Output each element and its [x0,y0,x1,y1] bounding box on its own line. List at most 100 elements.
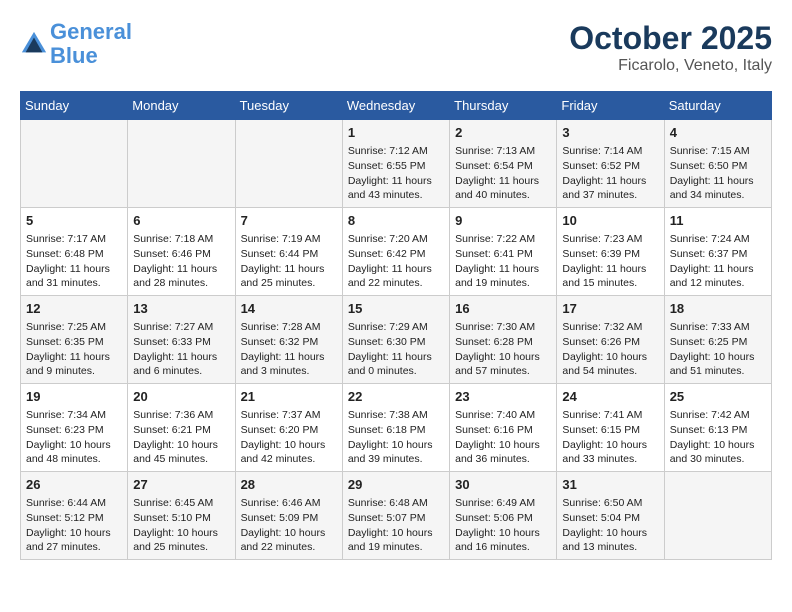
day-info-line: Sunset: 6:25 PM [670,335,766,350]
calendar-cell [235,120,342,208]
page-header: General Blue October 2025 Ficarolo, Vene… [20,20,772,75]
day-info-line: Sunrise: 7:15 AM [670,144,766,159]
day-info-line: Daylight: 10 hours [562,438,658,453]
day-info-line: Sunrise: 6:50 AM [562,496,658,511]
day-number: 23 [455,388,551,406]
day-info-line: and 25 minutes. [133,540,229,555]
day-info-line: Sunrise: 7:27 AM [133,320,229,335]
day-number: 13 [133,300,229,318]
day-info-line: Daylight: 11 hours [670,262,766,277]
header-day-wednesday: Wednesday [342,92,449,120]
day-info-line: Sunset: 6:28 PM [455,335,551,350]
day-info-line: Sunrise: 7:17 AM [26,232,122,247]
day-number: 10 [562,212,658,230]
day-info-line: Sunset: 6:52 PM [562,159,658,174]
day-info-line: and 40 minutes. [455,188,551,203]
day-info-line: Daylight: 11 hours [455,262,551,277]
day-info-line: Daylight: 11 hours [133,262,229,277]
calendar-cell: 25Sunrise: 7:42 AMSunset: 6:13 PMDayligh… [664,384,771,472]
day-info-line: Sunrise: 7:24 AM [670,232,766,247]
day-info-line: Sunrise: 7:40 AM [455,408,551,423]
day-info-line: Sunset: 6:48 PM [26,247,122,262]
calendar-cell: 10Sunrise: 7:23 AMSunset: 6:39 PMDayligh… [557,208,664,296]
calendar-cell: 7Sunrise: 7:19 AMSunset: 6:44 PMDaylight… [235,208,342,296]
day-info-line: Sunset: 6:33 PM [133,335,229,350]
calendar-week-row: 1Sunrise: 7:12 AMSunset: 6:55 PMDaylight… [21,120,772,208]
day-info-line: Daylight: 11 hours [562,262,658,277]
day-info-line: Sunset: 6:30 PM [348,335,444,350]
day-info-line: Sunrise: 7:19 AM [241,232,337,247]
day-info-line: Daylight: 10 hours [562,526,658,541]
calendar-cell: 1Sunrise: 7:12 AMSunset: 6:55 PMDaylight… [342,120,449,208]
day-info-line: Sunset: 6:46 PM [133,247,229,262]
calendar-table: SundayMondayTuesdayWednesdayThursdayFrid… [20,91,772,560]
day-info-line: Daylight: 10 hours [133,526,229,541]
day-info-line: Sunset: 5:10 PM [133,511,229,526]
day-number: 9 [455,212,551,230]
day-info-line: and 37 minutes. [562,188,658,203]
day-info-line: and 45 minutes. [133,452,229,467]
day-info-line: Daylight: 10 hours [241,438,337,453]
day-number: 5 [26,212,122,230]
day-number: 25 [670,388,766,406]
day-info-line: Sunset: 6:41 PM [455,247,551,262]
calendar-cell: 21Sunrise: 7:37 AMSunset: 6:20 PMDayligh… [235,384,342,472]
day-info-line: and 19 minutes. [455,276,551,291]
day-info-line: and 34 minutes. [670,188,766,203]
calendar-cell: 15Sunrise: 7:29 AMSunset: 6:30 PMDayligh… [342,296,449,384]
day-number: 7 [241,212,337,230]
calendar-cell: 6Sunrise: 7:18 AMSunset: 6:46 PMDaylight… [128,208,235,296]
day-info-line: and 13 minutes. [562,540,658,555]
day-number: 8 [348,212,444,230]
day-info-line: Sunset: 6:35 PM [26,335,122,350]
day-info-line: Daylight: 10 hours [348,526,444,541]
day-info-line: and 0 minutes. [348,364,444,379]
day-info-line: Sunrise: 7:12 AM [348,144,444,159]
day-number: 12 [26,300,122,318]
calendar-cell [128,120,235,208]
calendar-cell [21,120,128,208]
day-info-line: and 51 minutes. [670,364,766,379]
day-info-line: Daylight: 11 hours [348,174,444,189]
day-number: 28 [241,476,337,494]
logo-icon [20,30,48,58]
day-info-line: Sunrise: 7:29 AM [348,320,444,335]
day-info-line: Daylight: 11 hours [241,350,337,365]
day-info-line: and 33 minutes. [562,452,658,467]
day-number: 19 [26,388,122,406]
day-info-line: and 54 minutes. [562,364,658,379]
day-info-line: Sunrise: 7:42 AM [670,408,766,423]
calendar-cell: 22Sunrise: 7:38 AMSunset: 6:18 PMDayligh… [342,384,449,472]
day-info-line: and 9 minutes. [26,364,122,379]
day-info-line: Sunrise: 6:48 AM [348,496,444,511]
day-info-line: Sunset: 5:04 PM [562,511,658,526]
calendar-cell: 14Sunrise: 7:28 AMSunset: 6:32 PMDayligh… [235,296,342,384]
day-number: 15 [348,300,444,318]
day-info-line: and 31 minutes. [26,276,122,291]
day-info-line: Sunrise: 7:20 AM [348,232,444,247]
day-info-line: Daylight: 11 hours [670,174,766,189]
day-info-line: Daylight: 11 hours [26,350,122,365]
day-info-line: Sunrise: 7:34 AM [26,408,122,423]
header-day-thursday: Thursday [450,92,557,120]
day-number: 21 [241,388,337,406]
calendar-cell: 17Sunrise: 7:32 AMSunset: 6:26 PMDayligh… [557,296,664,384]
day-info-line: Sunrise: 7:30 AM [455,320,551,335]
day-info-line: Sunset: 6:16 PM [455,423,551,438]
day-info-line: Daylight: 10 hours [348,438,444,453]
day-info-line: Sunset: 6:42 PM [348,247,444,262]
day-number: 1 [348,124,444,142]
calendar-week-row: 12Sunrise: 7:25 AMSunset: 6:35 PMDayligh… [21,296,772,384]
day-number: 24 [562,388,658,406]
calendar-cell: 20Sunrise: 7:36 AMSunset: 6:21 PMDayligh… [128,384,235,472]
calendar-cell: 27Sunrise: 6:45 AMSunset: 5:10 PMDayligh… [128,472,235,560]
day-number: 6 [133,212,229,230]
day-info-line: Sunrise: 7:28 AM [241,320,337,335]
calendar-cell: 16Sunrise: 7:30 AMSunset: 6:28 PMDayligh… [450,296,557,384]
day-info-line: Daylight: 10 hours [241,526,337,541]
day-info-line: Daylight: 10 hours [26,526,122,541]
day-info-line: Sunrise: 6:44 AM [26,496,122,511]
day-info-line: Daylight: 10 hours [133,438,229,453]
calendar-header-row: SundayMondayTuesdayWednesdayThursdayFrid… [21,92,772,120]
calendar-cell: 28Sunrise: 6:46 AMSunset: 5:09 PMDayligh… [235,472,342,560]
